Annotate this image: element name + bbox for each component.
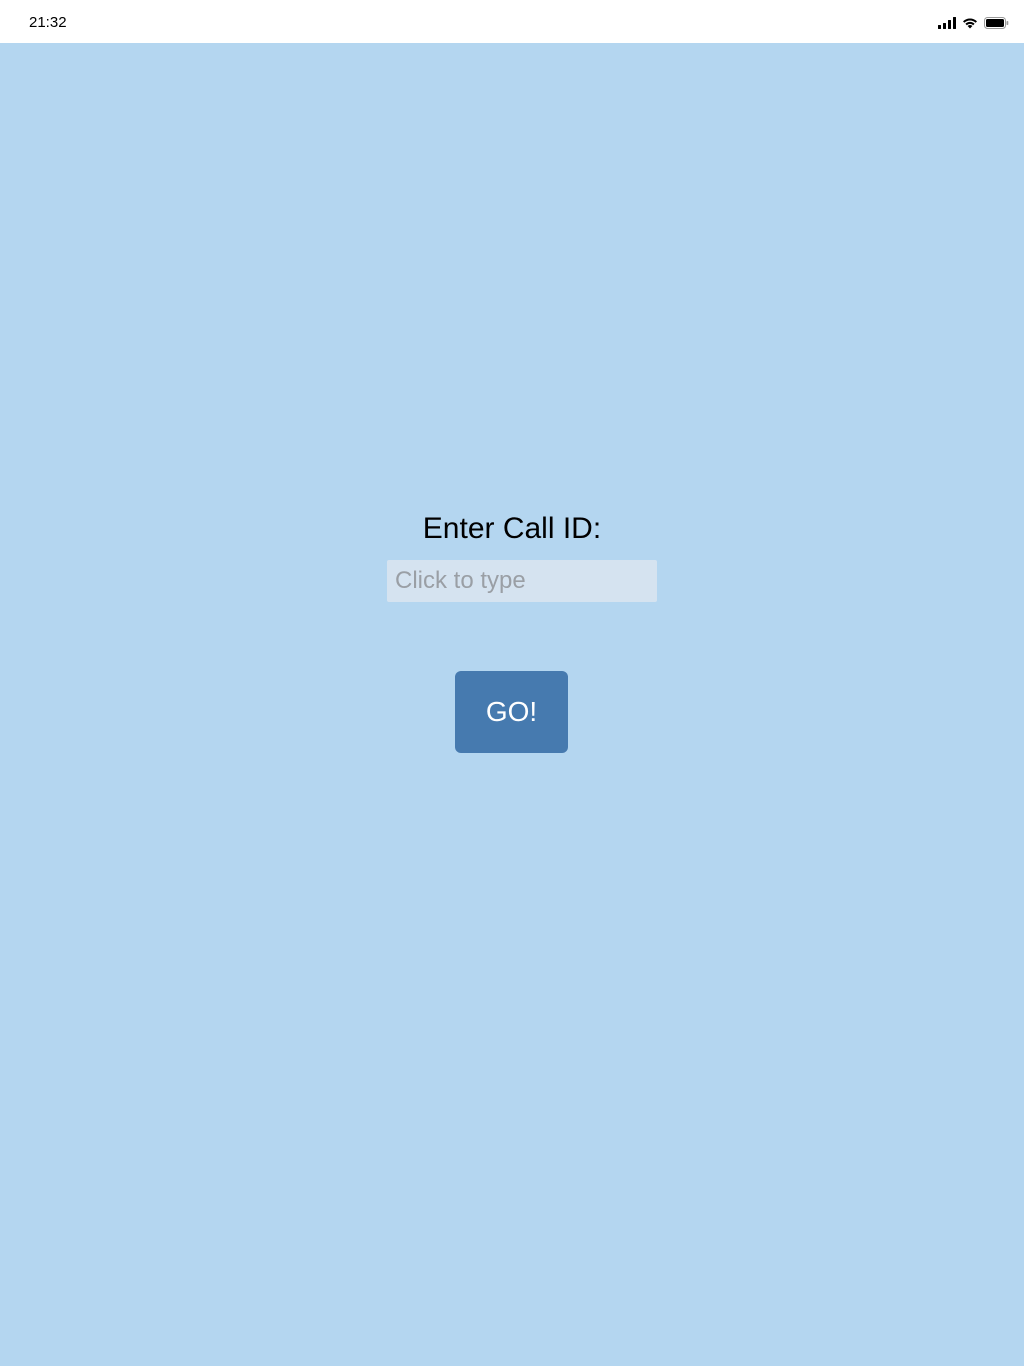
call-id-input[interactable] [387,560,657,602]
wifi-icon [963,18,977,29]
battery-icon [984,17,1009,29]
call-id-label: Enter Call ID: [422,512,602,545]
call-id-screen: Enter Call ID: GO! [0,43,1024,1366]
status-time: 21:32 [29,14,67,31]
status-bar: 21:32 [0,0,1024,43]
cellular-signal-icon [938,17,956,29]
go-button[interactable]: GO! [455,671,568,753]
status-icons [938,16,1009,30]
